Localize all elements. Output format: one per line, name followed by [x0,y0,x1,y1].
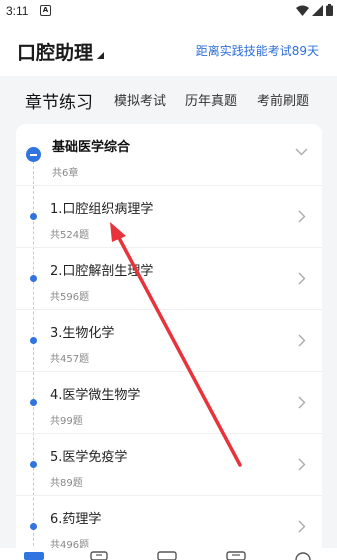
tab-chapter-practice[interactable]: 章节练习 [25,88,93,113]
collapse-icon[interactable] [26,147,41,162]
timeline-dot [30,461,37,468]
chevron-right-icon [298,272,306,285]
chevron-right-icon [298,334,306,347]
message-nav-icon[interactable] [226,551,246,560]
profile-nav-icon[interactable] [294,551,312,560]
chapter-item[interactable]: 4.医学微生物学 共99题 [16,372,322,434]
tab-bar: 章节练习 模拟考试 历年真题 考前刷题 [0,76,337,122]
group-title: 基础医学综合 [52,140,131,155]
signal-icon [312,4,323,16]
chapter-count: 共89题 [50,478,83,489]
chapter-list-card: 基础医学综合 共6章 1.口腔组织病理学 共524题 2.口腔解剖生理学 共59… [16,124,322,560]
caret-down-icon[interactable] [97,52,104,59]
chapter-name: 3.生物化学 [50,326,115,341]
notification-icon: A [40,5,51,16]
chapter-item[interactable]: 5.医学免疫学 共89题 [16,434,322,496]
chapter-name: 6.药理学 [50,512,102,527]
chapter-name: 2.口腔解剖生理学 [50,264,154,279]
timeline-dot [30,337,37,344]
chapter-count: 共524题 [50,230,90,241]
exam-countdown[interactable]: 距离实践技能考试89天 [196,42,319,59]
chapter-name: 1.口腔组织病理学 [50,202,154,217]
chapter-count: 共99题 [50,416,83,427]
timeline-dot [30,275,37,282]
tab-past-papers[interactable]: 历年真题 [185,90,237,109]
chapter-group-header[interactable]: 基础医学综合 共6章 [16,124,322,186]
status-icons [296,4,333,16]
tab-mock-exam[interactable]: 模拟考试 [114,90,166,109]
battery-icon [326,4,333,16]
chapter-name: 4.医学微生物学 [50,388,141,403]
chevron-down-icon[interactable] [295,148,308,156]
chapter-count: 共457题 [50,354,90,365]
course-nav-icon[interactable] [157,551,177,560]
question-bank-nav-icon[interactable] [90,551,108,560]
home-nav-icon[interactable] [24,551,44,560]
chapter-item[interactable]: 1.口腔组织病理学 共524题 [16,186,322,248]
tab-pre-exam-drill[interactable]: 考前刷题 [257,90,309,109]
status-time: 3:11 [6,4,29,18]
subject-selector[interactable]: 口腔助理 [17,38,93,65]
timeline-dot [30,213,37,220]
wifi-icon [296,5,309,16]
app-bar: 口腔助理 距离实践技能考试89天 [0,22,337,76]
chevron-right-icon [298,520,306,533]
chevron-right-icon [298,458,306,471]
group-count: 共6章 [52,168,79,179]
chevron-right-icon [298,210,306,223]
chapter-count: 共596题 [50,292,90,303]
chapter-name: 5.医学免疫学 [50,450,128,465]
chapter-item[interactable]: 3.生物化学 共457题 [16,310,322,372]
timeline-dot [30,399,37,406]
bottom-nav [0,548,337,560]
chevron-right-icon [298,396,306,409]
status-bar: 3:11 A [0,0,337,22]
timeline-dot [30,523,37,530]
chapter-item[interactable]: 2.口腔解剖生理学 共596题 [16,248,322,310]
